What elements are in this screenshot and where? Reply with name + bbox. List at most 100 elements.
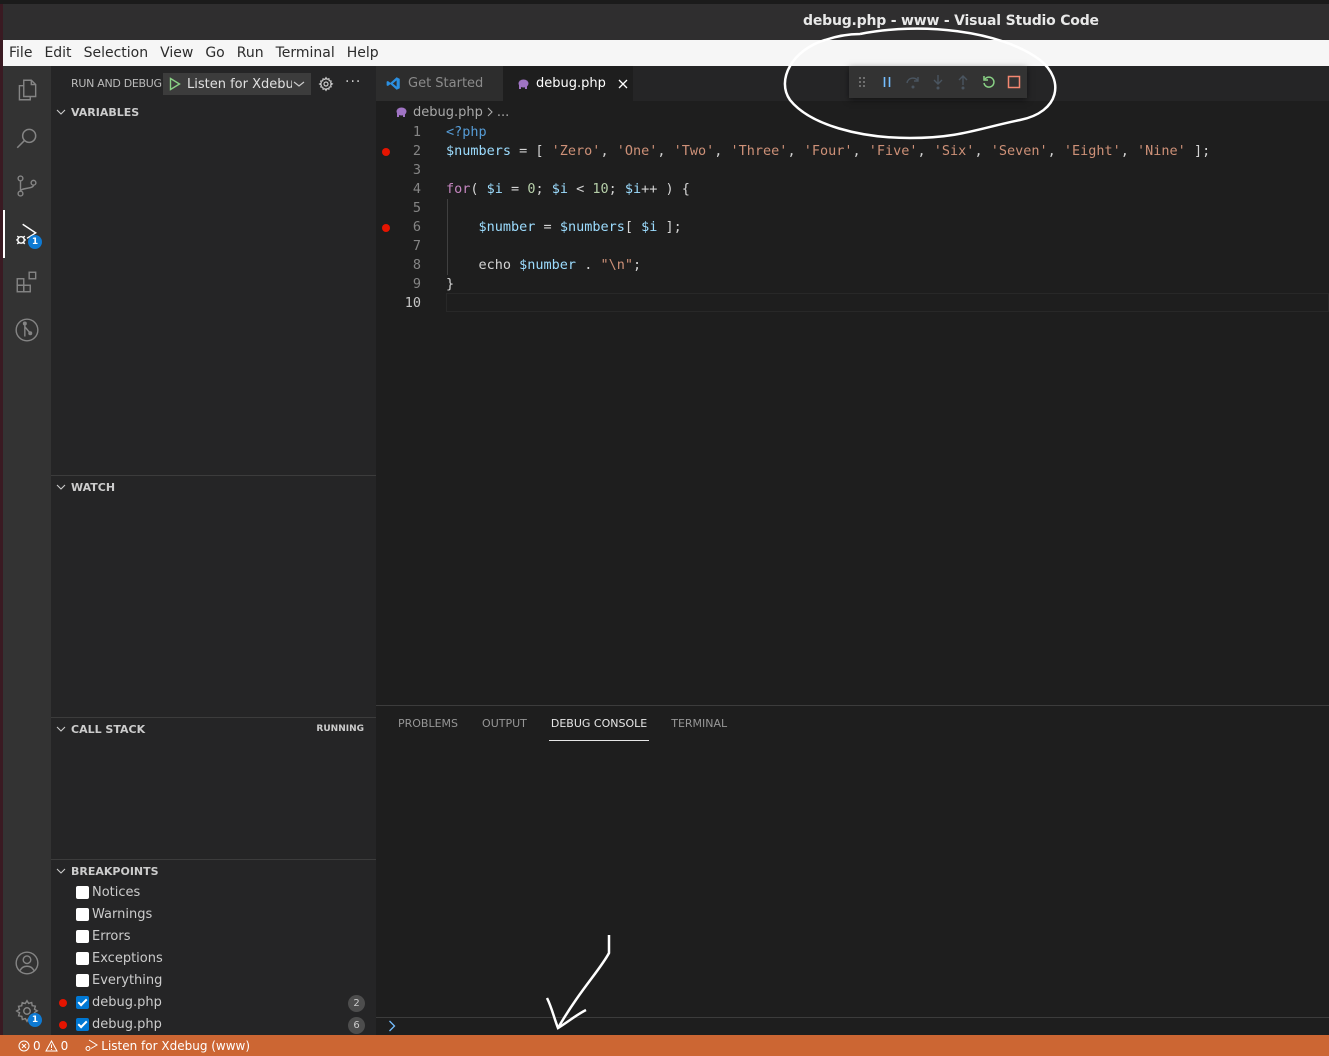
code-line[interactable]: 1 <?php — [376, 123, 1329, 142]
code-editor[interactable]: 1 <?php 2 $numbers = [ 'Zero', 'One', 'Two'… — [376, 123, 1329, 703]
debug-toolbar-drag-handle[interactable] — [849, 66, 874, 98]
breakpoints-header[interactable]: BREAKPOINTS — [51, 860, 376, 882]
activity-search[interactable] — [3, 114, 51, 162]
menu-selection[interactable]: Selection — [84, 45, 149, 61]
breakpoint-label: Notices — [92, 885, 141, 900]
code-token: 'Nine' — [1137, 143, 1186, 159]
open-launch-json-gear-icon[interactable] — [318, 76, 334, 92]
watch-header[interactable]: WATCH — [51, 476, 376, 498]
line-number: 3 — [412, 162, 421, 178]
code-token: 'Two' — [673, 143, 715, 159]
debug-target-status[interactable]: Listen for Xdebug (www) — [84, 1039, 250, 1053]
variables-header[interactable]: VARIABLES — [51, 101, 376, 123]
code-line[interactable]: 4 for( $i = 0; $i < 10; $i++ ) { — [376, 180, 1329, 199]
code-token: ]; — [1185, 143, 1211, 159]
restart-button[interactable] — [976, 66, 1001, 98]
activity-git-graph[interactable] — [3, 306, 51, 354]
console-prompt-icon — [389, 1020, 396, 1032]
tab-get-started[interactable]: Get Started — [376, 66, 503, 101]
breakpoint-warnings[interactable]: Warnings — [51, 904, 376, 926]
breakpoint-enabled-checkbox[interactable] — [76, 1018, 89, 1031]
breakpoint-debug-php-line-2[interactable]: debug.php 2 — [51, 992, 376, 1014]
menu-edit[interactable]: Edit — [44, 45, 71, 61]
code-line[interactable]: 5 — [376, 199, 1329, 218]
tab-debug-php[interactable]: debug.php — [503, 66, 633, 101]
notices-checkbox[interactable] — [76, 886, 89, 899]
code-text: $number = $numbers[ $i ]; — [446, 219, 682, 235]
code-token: 'Three' — [730, 143, 788, 159]
step-into-button[interactable] — [925, 66, 950, 98]
gripper-icon — [858, 77, 865, 87]
code-token: ++ ) { — [641, 181, 690, 197]
code-token: $i — [551, 181, 568, 197]
code-line[interactable]: 8 echo $number . "\n"; — [376, 256, 1329, 275]
code-token: ; — [535, 181, 552, 197]
everything-checkbox[interactable] — [76, 974, 89, 987]
menu-run[interactable]: Run — [237, 45, 264, 61]
panel-tab-output[interactable]: OUTPUT — [482, 706, 527, 741]
breadcrumb-symbols[interactable]: ... — [497, 105, 509, 120]
debug-target-label: Listen for Xdebug (www) — [101, 1038, 251, 1053]
panel-tab-terminal[interactable]: TERMINAL — [671, 706, 727, 741]
code-token: <?php — [446, 124, 487, 140]
activity-accounts[interactable] — [3, 939, 51, 987]
watch-section: WATCH — [51, 475, 376, 717]
code-line[interactable]: 6 $number = $numbers[ $i ]; — [376, 218, 1329, 237]
launch-config-select[interactable]: Listen for Xdebug — [163, 73, 311, 95]
problems-status[interactable]: 0 0 — [18, 1039, 68, 1053]
debug-console-input[interactable] — [376, 1017, 1329, 1036]
code-token: $i — [641, 219, 658, 235]
code-line[interactable]: 3 — [376, 161, 1329, 180]
pause-icon — [883, 77, 891, 87]
code-token: < — [567, 181, 593, 197]
activity-manage[interactable]: 1 — [3, 987, 51, 1035]
menu-file[interactable]: File — [9, 45, 32, 61]
menu-go[interactable]: Go — [205, 45, 224, 61]
activity-explorer[interactable] — [3, 66, 51, 114]
breakpoint-errors[interactable]: Errors — [51, 926, 376, 948]
activity-run-debug[interactable]: 1 — [3, 210, 51, 258]
breakpoint-enabled-checkbox[interactable] — [76, 996, 89, 1009]
tab-label: Get Started — [408, 76, 484, 91]
code-token: $i — [486, 181, 503, 197]
menu-view[interactable]: View — [160, 45, 193, 61]
breakpoint-debug-php-line-6[interactable]: debug.php 6 — [51, 1014, 376, 1036]
breakpoint-label: Exceptions — [92, 951, 163, 966]
step-over-icon — [905, 77, 919, 89]
search-icon — [16, 128, 37, 149]
panel-tab-problems[interactable]: PROBLEMS — [398, 706, 458, 741]
stop-button[interactable] — [1002, 66, 1027, 98]
code-text: $numbers = [ 'Zero', 'One', 'Two', 'Thre… — [446, 143, 1210, 159]
exceptions-checkbox[interactable] — [76, 952, 89, 965]
warning-count: 0 — [60, 1038, 69, 1053]
code-line[interactable]: 9} — [376, 275, 1329, 294]
menu-help[interactable]: Help — [347, 45, 379, 61]
chevron-down-icon — [51, 483, 71, 491]
more-actions-icon[interactable]: ··· — [345, 74, 361, 90]
title-bar: debug.php - www - Visual Studio Code — [3, 4, 1329, 40]
activity-extensions[interactable] — [3, 258, 51, 306]
breakpoint-notices[interactable]: Notices — [51, 882, 376, 904]
step-out-button[interactable] — [951, 66, 976, 98]
start-debugging-icon[interactable] — [169, 77, 181, 91]
line-number: 7 — [412, 238, 421, 254]
activity-source-control[interactable] — [3, 162, 51, 210]
panel-tab-debug-console[interactable]: DEBUG CONSOLE — [548, 706, 650, 741]
code-line[interactable]: 7 — [376, 237, 1329, 256]
code-token: , — [1047, 143, 1064, 159]
debug-toolbar — [849, 66, 1027, 98]
menu-terminal[interactable]: Terminal — [276, 45, 335, 61]
breakpoint-exceptions[interactable]: Exceptions — [51, 948, 376, 970]
manage-badge: 1 — [28, 1013, 42, 1027]
code-line[interactable]: 2 $numbers = [ 'Zero', 'One', 'Two', 'Thr… — [376, 142, 1329, 161]
window-title: debug.php - www - Visual Studio Code — [803, 13, 1099, 29]
breadcrumb-file[interactable]: debug.php — [413, 105, 483, 120]
pause-button[interactable] — [874, 66, 899, 98]
step-out-icon — [958, 75, 968, 90]
errors-checkbox[interactable] — [76, 930, 89, 943]
breakpoint-everything[interactable]: Everything — [51, 970, 376, 992]
warnings-checkbox[interactable] — [76, 908, 89, 921]
step-over-button[interactable] — [900, 66, 925, 98]
close-icon[interactable] — [618, 79, 628, 89]
